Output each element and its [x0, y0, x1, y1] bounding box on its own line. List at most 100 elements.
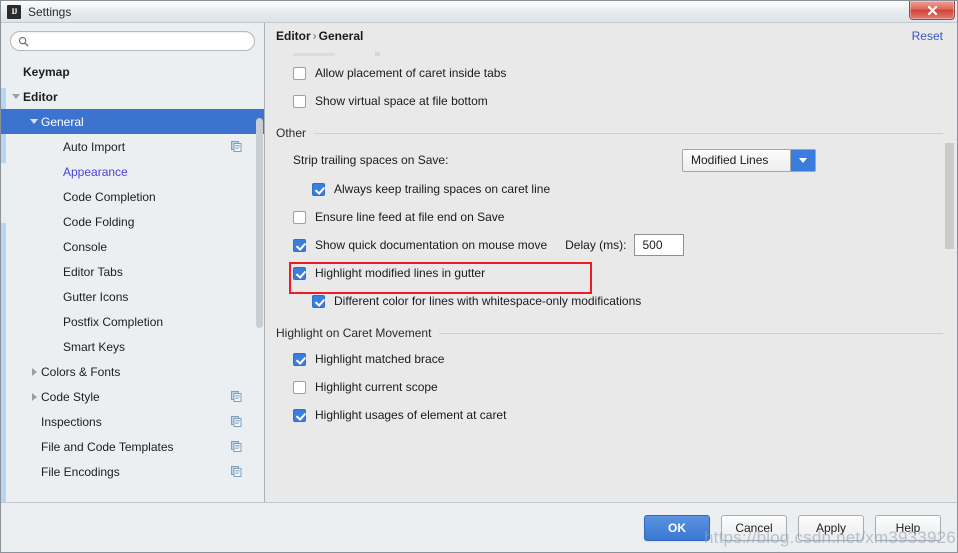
sidebar-item-smart-keys[interactable]: Smart Keys [1, 334, 264, 359]
sidebar-item-file-encodings[interactable]: File Encodings [1, 459, 264, 484]
checkbox-show-virtual-space[interactable] [293, 94, 306, 108]
strip-trailing-spaces-row: Strip trailing spaces on Save: Modified … [276, 145, 943, 175]
settings-main-panel: Editor › General Reset Allow placement of … [265, 23, 957, 502]
sidebar-item-inspections[interactable]: Inspections [1, 409, 264, 434]
checkbox-label: Show quick documentation on mouse move [315, 238, 548, 252]
checkbox-row-highlight-matched-brace[interactable]: Highlight matched brace [276, 345, 943, 373]
clipped-ghost-2 [375, 52, 380, 56]
strip-trailing-spaces-label: Strip trailing spaces on Save: [293, 153, 449, 167]
search-box[interactable] [10, 31, 255, 51]
chevron-down-icon[interactable] [9, 94, 23, 99]
sidebar-item-code-completion[interactable]: Code Completion [1, 184, 264, 209]
strip-trailing-spaces-dropdown[interactable]: Modified Lines [682, 148, 816, 172]
breadcrumb-leaf: General [318, 29, 364, 43]
checkbox-highlight-usages[interactable] [293, 408, 306, 422]
sidebar-item-file-and-code-templates[interactable]: File and Code Templates [1, 434, 264, 459]
sidebar-item-label: Auto Import [63, 139, 126, 154]
checkbox-show-quick-documentation[interactable] [293, 238, 306, 252]
checkbox-row-highlight-current-scope[interactable]: Highlight current scope [276, 373, 943, 401]
sidebar-item-auto-import[interactable]: Auto Import [1, 134, 264, 159]
checkbox-label: Allow placement of caret inside tabs [315, 66, 507, 80]
checkbox-label: Highlight matched brace [315, 352, 445, 366]
search-container [1, 23, 264, 57]
chevron-right-icon[interactable] [27, 392, 41, 401]
checkbox-label: Highlight usages of element at caret [315, 408, 507, 422]
copy-pages-icon [231, 141, 242, 152]
sidebar-item-label: General [41, 114, 84, 129]
checkbox-row-ensure-line-feed[interactable]: Ensure line feed at file end on Save [276, 203, 943, 231]
sidebar-item-editor-tabs[interactable]: Editor Tabs [1, 259, 264, 284]
sidebar-item-label: Editor Tabs [63, 264, 123, 279]
apply-button[interactable]: Apply [798, 514, 864, 541]
reset-link[interactable]: Reset [912, 29, 943, 43]
copy-pages-icon [231, 416, 242, 427]
checkbox-always-keep-trailing-spaces[interactable] [312, 182, 325, 196]
delay-label: Delay (ms): [565, 238, 627, 252]
breadcrumb-separator: › [312, 29, 317, 43]
chevron-right-icon[interactable] [27, 367, 41, 376]
checkbox-ensure-line-feed[interactable] [293, 210, 306, 224]
sidebar-item-label: File Encodings [41, 464, 120, 479]
checkbox-highlight-modified-lines[interactable] [293, 266, 306, 280]
checkbox-label: Show virtual space at file bottom [315, 94, 488, 108]
sidebar-item-general[interactable]: General [1, 109, 264, 134]
checkbox-row-different-color-whitespace[interactable]: Different color for lines with whitespac… [276, 287, 943, 315]
sidebar-item-keymap[interactable]: Keymap [1, 59, 264, 84]
sidebar-item-label: Smart Keys [63, 339, 126, 354]
checkbox-row-highlight-usages[interactable]: Highlight usages of element at caret [276, 401, 943, 429]
chevron-down-icon[interactable] [790, 149, 815, 171]
sidebar-item-code-folding[interactable]: Code Folding [1, 209, 264, 234]
search-input[interactable] [29, 33, 254, 49]
sidebar-item-label: Postfix Completion [63, 314, 164, 329]
breadcrumb-row: Editor › General Reset [265, 23, 957, 49]
close-icon[interactable] [909, 1, 955, 20]
checkbox-row-highlight-modified-lines[interactable]: Highlight modified lines in gutter [276, 259, 943, 287]
breadcrumb: Editor › General [276, 29, 363, 43]
checkbox-highlight-current-scope[interactable] [293, 380, 306, 394]
dialog-footer: OK Cancel Apply Help [1, 502, 957, 552]
title-bar: IJ Settings [1, 1, 957, 23]
intellij-logo-icon: IJ [7, 4, 21, 19]
section-title-other: Other [276, 126, 307, 140]
ok-button[interactable]: OK [644, 514, 710, 541]
copy-pages-icon [231, 466, 242, 477]
sidebar-item-label: Colors & Fonts [41, 364, 121, 379]
checkbox-row-allow-caret-inside-tabs[interactable]: Allow placement of caret inside tabs [276, 59, 943, 87]
sidebar-item-label: Appearance [63, 164, 128, 179]
section-title-caret: Highlight on Caret Movement [276, 326, 432, 340]
section-divider [439, 332, 943, 334]
close-glyph [927, 5, 937, 15]
sidebar-item-label: Code Completion [63, 189, 156, 204]
sidebar-item-label: Code Folding [63, 214, 135, 229]
sidebar-item-label: Editor [23, 89, 58, 104]
help-button[interactable]: Help [875, 514, 941, 541]
sidebar-item-gutter-icons[interactable]: Gutter Icons [1, 284, 264, 309]
checkbox-label: Always keep trailing spaces on caret lin… [334, 182, 551, 196]
cancel-button[interactable]: Cancel [721, 514, 787, 541]
checkbox-row-always-keep-trailing-spaces[interactable]: Always keep trailing spaces on caret lin… [276, 175, 943, 203]
sidebar-item-colors-fonts[interactable]: Colors & Fonts [1, 359, 264, 384]
checkbox-allow-caret-inside-tabs[interactable] [293, 66, 306, 80]
sidebar-item-label: Inspections [41, 414, 102, 429]
sidebar-item-console[interactable]: Console [1, 234, 264, 259]
sidebar-item-label: Keymap [23, 64, 70, 79]
sidebar-item-editor[interactable]: Editor [1, 84, 264, 109]
sidebar-item-label: Code Style [41, 389, 100, 404]
chevron-down-icon[interactable] [27, 119, 41, 124]
checkbox-different-color-whitespace[interactable] [312, 294, 325, 308]
main-scrollbar-thumb[interactable] [945, 143, 954, 249]
delay-input[interactable]: 500 [634, 234, 685, 256]
clipped-scrolled-row [293, 49, 943, 59]
checkbox-row-show-virtual-space[interactable]: Show virtual space at file bottom [276, 87, 943, 115]
breadcrumb-root[interactable]: Editor [276, 29, 311, 43]
checkbox-row-show-quick-documentation[interactable]: Show quick documentation on mouse move D… [276, 231, 943, 259]
sidebar-item-postfix-completion[interactable]: Postfix Completion [1, 309, 264, 334]
checkbox-highlight-matched-brace[interactable] [293, 352, 306, 366]
settings-tree[interactable]: Keymap Editor General Auto Import Appearance… [1, 57, 264, 502]
checkbox-label: Highlight current scope [315, 380, 438, 394]
sidebar-item-code-style[interactable]: Code Style [1, 384, 264, 409]
search-icon [18, 36, 29, 46]
sidebar-scrollbar-thumb[interactable] [256, 118, 263, 328]
clipped-ghost-1 [293, 52, 335, 56]
sidebar-item-appearance[interactable]: Appearance [1, 159, 264, 184]
